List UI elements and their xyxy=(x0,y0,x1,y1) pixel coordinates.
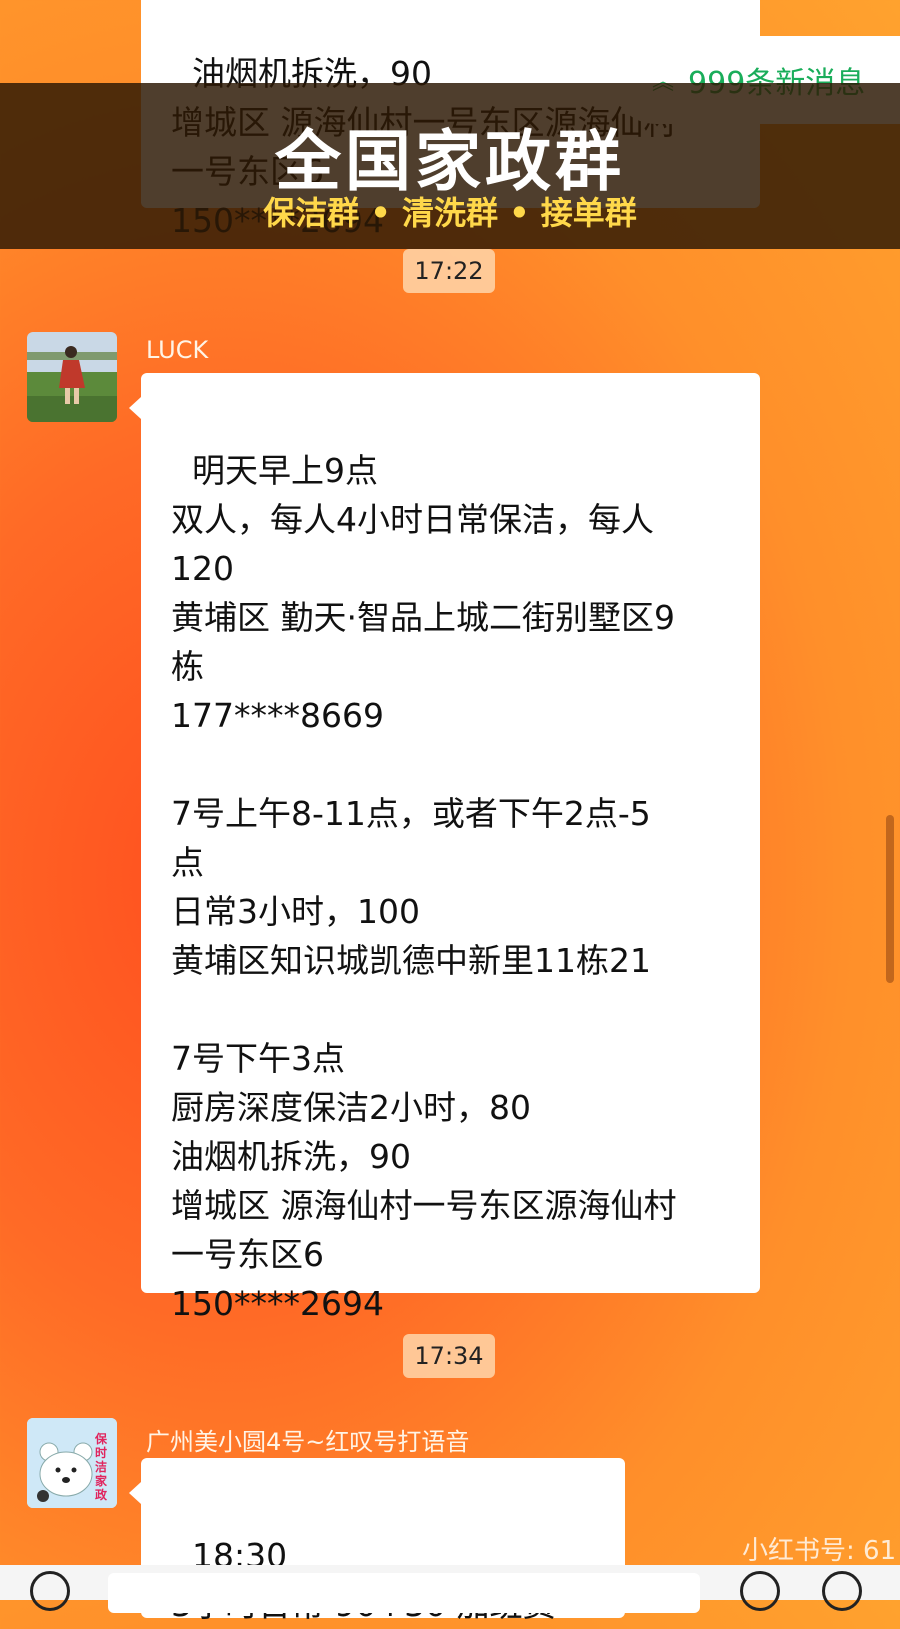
message-text: 明天早上9点 双人，每人4小时日常保洁，每人 120 黄埔区 勤天·智品上城二街… xyxy=(171,451,677,1323)
sender-name: 广州美小圆4号~红叹号打语音 xyxy=(146,1428,470,1456)
emoji-icon[interactable] xyxy=(740,1571,780,1611)
input-bar xyxy=(0,1565,900,1613)
watermark: 小红书号: 61 xyxy=(742,1536,897,1566)
avatar-photo xyxy=(27,332,117,422)
message-input[interactable] xyxy=(108,1573,700,1613)
sender-name: LUCK xyxy=(146,336,209,364)
message-bubble-luck[interactable]: 明天早上9点 双人，每人4小时日常保洁，每人 120 黄埔区 勤天·智品上城二街… xyxy=(129,373,760,1323)
promo-subtitle: 保洁群 • 清洗群 • 接单群 xyxy=(263,194,637,232)
avatar-logo-text: 保时洁家政 xyxy=(95,1432,108,1502)
timestamp-chip: 17:34 xyxy=(403,1334,495,1378)
scrollbar[interactable] xyxy=(886,815,894,983)
avatar[interactable]: 保时洁家政 xyxy=(27,1418,117,1508)
add-icon[interactable] xyxy=(822,1571,862,1611)
timestamp-chip: 17:22 xyxy=(403,249,495,293)
voice-icon[interactable] xyxy=(30,1571,70,1611)
avatar[interactable] xyxy=(27,332,117,422)
